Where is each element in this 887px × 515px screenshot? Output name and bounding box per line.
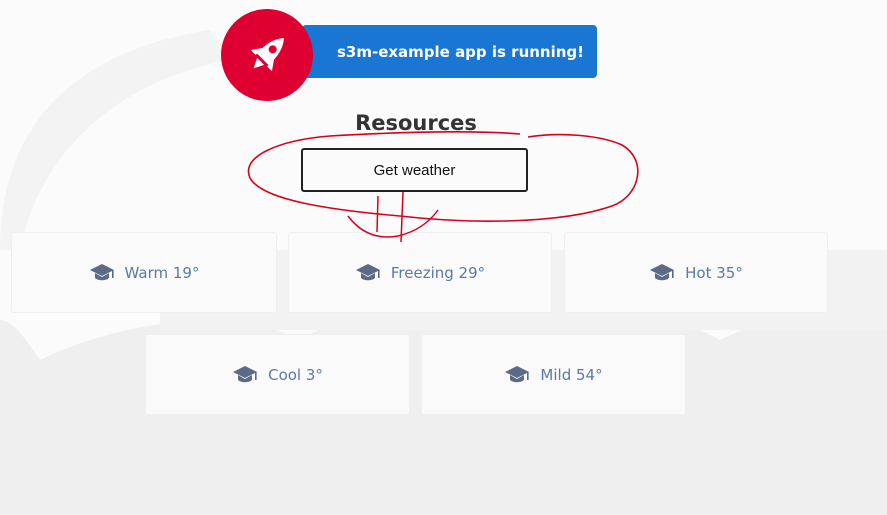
weather-card[interactable]: Freezing 29° [288,232,552,313]
card-label: Freezing 29° [390,263,486,282]
graduation-cap-icon [89,262,115,284]
card-label: Mild 54° [540,365,603,384]
weather-card[interactable]: Cool 3° [145,334,410,415]
card-label: Hot 35° [685,263,743,282]
weather-card[interactable]: Mild 54° [421,334,686,415]
resources-heading: Resources [355,111,477,135]
weather-card[interactable]: Warm 19° [11,232,277,313]
graduation-cap-icon [649,262,675,284]
card-label: Warm 19° [124,263,200,282]
graduation-cap-icon [232,364,258,386]
get-weather-button[interactable]: Get weather [301,148,528,192]
weather-card[interactable]: Hot 35° [564,232,828,313]
app-page: s3m-example app is running! Resources Ge… [0,0,887,515]
app-running-banner: s3m-example app is running! [302,25,597,78]
banner-title: s3m-example app is running! [336,42,585,61]
graduation-cap-icon [504,364,530,386]
card-label: Cool 3° [268,365,323,384]
rocket-logo [221,9,313,101]
graduation-cap-icon [355,262,381,284]
rocket-icon [250,38,284,72]
